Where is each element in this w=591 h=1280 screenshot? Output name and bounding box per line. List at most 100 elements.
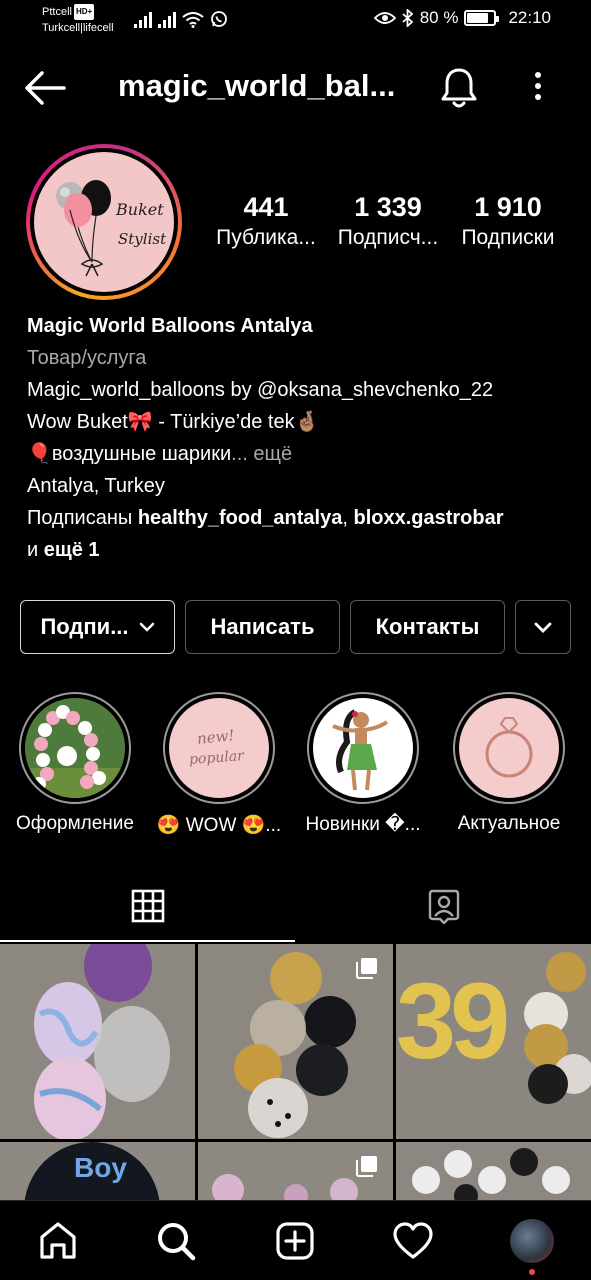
post-text-boy: Boy: [74, 1152, 127, 1183]
highlight-actual-image: [459, 698, 559, 798]
post-tile[interactable]: [198, 944, 393, 1139]
highlight-decor[interactable]: Оформление: [10, 692, 140, 835]
nav-home[interactable]: [36, 1219, 80, 1263]
message-button[interactable]: Написать: [185, 600, 340, 654]
nav-add-post[interactable]: [273, 1219, 317, 1263]
followed-by-prefix: Подписаны: [27, 507, 138, 529]
bio-line-3-row: 🎈воздушные шарики... ещё: [27, 438, 572, 470]
stat-followers[interactable]: 1 339 Подписч...: [328, 190, 448, 252]
tab-active-indicator: [0, 940, 295, 942]
profile-tabs: [0, 870, 591, 942]
followed-by-user-1[interactable]: healthy_food_antalya: [138, 507, 343, 529]
following-button-label: Подпи...: [40, 614, 129, 639]
highlight-decor-image: [25, 698, 125, 798]
more-vertical-icon: [535, 72, 541, 100]
bluetooth-icon: [402, 9, 414, 27]
bio-line-3: 🎈воздушные шарики: [27, 443, 232, 465]
chevron-down-icon: [139, 622, 154, 632]
carousel-icon: [356, 958, 377, 979]
stat-following[interactable]: 1 910 Подписки: [450, 190, 566, 252]
tab-grid[interactable]: [0, 870, 295, 942]
battery-icon: [464, 10, 500, 26]
profile-avatar-small: [510, 1219, 554, 1263]
avatar-text-buket: Buket: [116, 200, 164, 219]
add-post-icon: [276, 1222, 314, 1260]
stat-posts-label: Публика...: [216, 226, 316, 249]
avatar-text-stylist: Stylist: [118, 230, 167, 248]
highlight-wow[interactable]: new! popular 😍 WOW 😍...: [154, 692, 284, 837]
battery-percent: 80 %: [419, 8, 459, 27]
stat-following-count: 1 910: [474, 192, 542, 222]
post-tile[interactable]: [0, 944, 195, 1139]
carrier-1: Pttcell: [42, 6, 72, 18]
nav-activity[interactable]: [391, 1219, 435, 1263]
highlight-new-text: new!: [196, 726, 236, 748]
followed-by-user-2[interactable]: bloxx.gastrobar: [353, 507, 503, 529]
stat-following-label: Подписки: [461, 226, 555, 249]
back-button[interactable]: [24, 70, 66, 106]
carrier-2: Turkcell|lifecell: [42, 22, 114, 34]
signal-icons: [134, 10, 228, 28]
nav-search[interactable]: [154, 1219, 198, 1263]
highlight-popular-text: popular: [188, 748, 245, 768]
message-button-label: Написать: [210, 614, 315, 639]
signal-icon: [134, 12, 152, 28]
hd-badge: HD+: [73, 4, 95, 20]
grid-icon: [131, 889, 164, 923]
home-icon: [40, 1222, 76, 1259]
profile-avatar-ring[interactable]: Buket Stylist: [26, 144, 182, 300]
nav-profile[interactable]: [510, 1219, 554, 1275]
carrier-info: Pttcell HD+ Turkcell|lifecell: [42, 4, 114, 36]
bio-line-1[interactable]: Magic_world_balloons by @oksana_shevchen…: [27, 374, 572, 406]
post-tile[interactable]: 39: [396, 944, 591, 1139]
tagged-person-icon: [428, 889, 459, 924]
status-right: 80 % 22:10: [373, 8, 551, 28]
bio-line-2: Wow Buket🎀 - Türkiye’de tek🤞🏽: [27, 411, 320, 433]
highlight-decor-label: Оформление: [16, 813, 134, 834]
bottom-navigation: [0, 1200, 591, 1280]
highlight-wow-image: new! popular: [169, 698, 269, 798]
chevron-down-icon: [534, 622, 552, 633]
following-button[interactable]: Подпи...: [20, 600, 175, 654]
status-bar: Pttcell HD+ Turkcell|lifecell 80 % 22:10: [0, 0, 591, 44]
tab-tagged[interactable]: [296, 870, 591, 942]
stat-posts[interactable]: 441 Публика...: [206, 190, 326, 252]
followed-by[interactable]: Подписаны healthy_food_antalya, bloxx.ga…: [27, 502, 572, 566]
more-options-button[interactable]: [526, 68, 550, 108]
contacts-button-label: Контакты: [375, 614, 480, 639]
wifi-icon: [182, 12, 204, 28]
profile-header: magic_world_bal...: [0, 56, 591, 120]
clock: 22:10: [508, 8, 551, 27]
profile-bio: Magic World Balloons Antalya Товар/услуг…: [27, 310, 572, 566]
contacts-button[interactable]: Контакты: [350, 600, 505, 654]
highlight-new-image: [313, 698, 413, 798]
profile-avatar: Buket Stylist: [34, 152, 174, 292]
profile-location[interactable]: Antalya, Turkey: [27, 470, 572, 502]
profile-category: Товар/услуга: [27, 347, 147, 369]
stat-followers-label: Подписч...: [337, 226, 439, 249]
eye-icon: [373, 12, 396, 24]
highlight-new-label: Новинки �...: [305, 814, 421, 835]
notifications-button[interactable]: [438, 66, 480, 110]
heart-icon: [393, 1222, 433, 1259]
bio-more-link[interactable]: ... ещё: [231, 443, 292, 465]
stat-posts-count: 441: [243, 192, 289, 222]
suggested-dropdown-button[interactable]: [515, 600, 571, 654]
followed-by-more[interactable]: ещё 1: [44, 539, 100, 561]
battery-fill: [467, 13, 489, 23]
highlight-actual[interactable]: Актуальное: [444, 692, 574, 835]
notification-dot: [529, 1269, 535, 1275]
bell-icon: [441, 68, 477, 108]
highlight-new[interactable]: Новинки �...: [298, 692, 428, 836]
profile-username: magic_world_bal...: [118, 68, 396, 103]
followed-by-and: и: [27, 539, 44, 561]
followed-by-sep: ,: [342, 507, 354, 529]
highlight-actual-label: Актуальное: [457, 813, 561, 834]
profile-full-name: Magic World Balloons Antalya: [27, 315, 313, 337]
carousel-icon: [356, 1156, 377, 1177]
search-icon: [158, 1223, 196, 1261]
stat-followers-count: 1 339: [354, 192, 422, 222]
signal-icon-2: [158, 12, 176, 28]
highlight-wow-label: 😍 WOW 😍...: [156, 815, 282, 836]
post-number-39: 39: [396, 960, 510, 1081]
